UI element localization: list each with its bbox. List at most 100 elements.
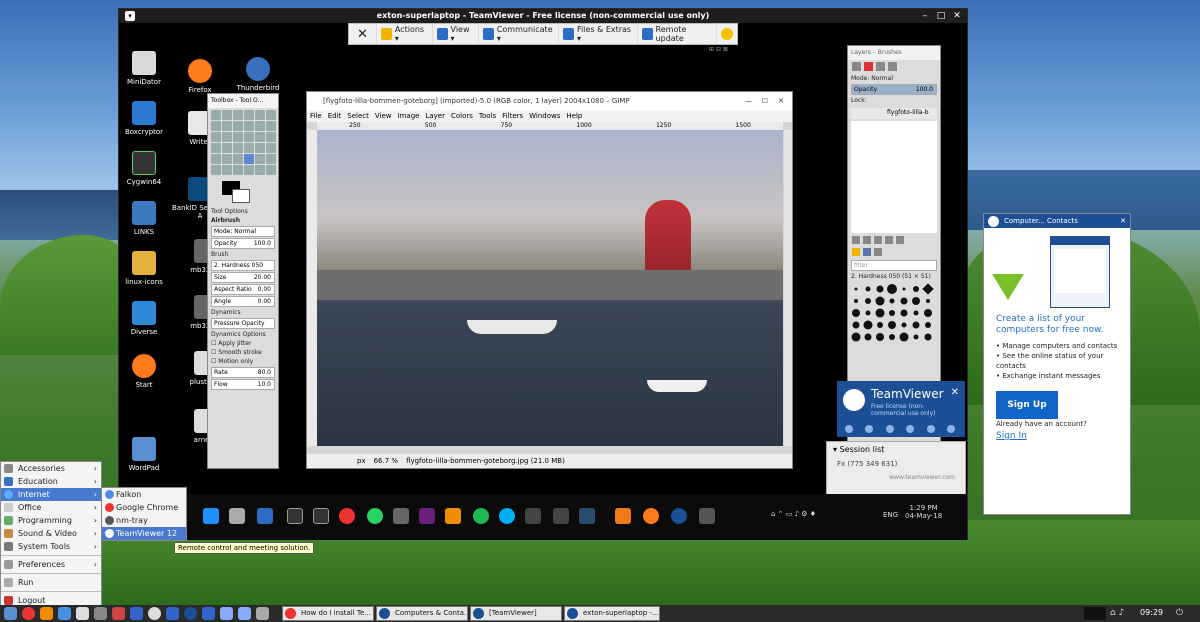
brush-grid[interactable]	[848, 281, 940, 345]
teamviewer-remote-window[interactable]: exton-superlaptop - TeamViewer - Free li…	[118, 8, 968, 540]
app-icon[interactable]	[130, 607, 143, 620]
menu-view[interactable]: View	[375, 110, 392, 122]
rotate-icon[interactable]	[233, 132, 243, 142]
ink-icon[interactable]	[255, 154, 265, 164]
brush-item[interactable]	[864, 333, 872, 341]
gimp-icon[interactable]	[699, 508, 715, 524]
whiteboard-icon[interactable]	[906, 425, 915, 433]
rate-slider[interactable]: Rate 80.0	[211, 367, 275, 378]
dynamics-select[interactable]: Pressure Opacity	[211, 318, 275, 329]
crop-icon[interactable]	[222, 132, 232, 142]
brush-item[interactable]	[877, 322, 883, 328]
brush-item[interactable]	[865, 310, 871, 316]
window-menu-icon[interactable]: ▾	[125, 11, 135, 21]
brush-item[interactable]	[876, 285, 884, 293]
teamviewer-icon[interactable]	[184, 607, 197, 620]
internet-submenu[interactable]: Falkon Google Chrome nm-tray TeamViewer …	[101, 487, 187, 541]
vlc-icon[interactable]	[445, 508, 461, 524]
brush-item[interactable]	[889, 298, 895, 304]
feedback-button[interactable]	[717, 24, 737, 44]
desktop-icon-boxcryptor[interactable]: Boxcryptor	[113, 101, 175, 136]
brush-filter-input[interactable]: filter	[851, 260, 937, 271]
menu-item-run[interactable]: Run	[1, 576, 101, 589]
skype-icon[interactable]	[499, 508, 515, 524]
close-icon[interactable]: ✕	[951, 10, 963, 22]
brush-item[interactable]	[912, 321, 920, 329]
spotify-icon[interactable]	[473, 508, 489, 524]
submenu-item-chrome[interactable]: Google Chrome	[102, 501, 186, 514]
brush-item[interactable]	[913, 286, 919, 292]
brush-item[interactable]	[913, 310, 919, 316]
patterns-tab-icon[interactable]	[863, 248, 871, 256]
image-canvas[interactable]	[317, 130, 783, 446]
opacity-slider[interactable]: Opacity 100.0	[211, 238, 275, 249]
gimp-titlebar[interactable]: [flygfoto-lilla-bommen-goteborg] (import…	[307, 92, 792, 110]
chrome-icon[interactable]	[22, 607, 35, 620]
zoom-icon[interactable]	[244, 121, 254, 131]
warp-icon[interactable]	[233, 143, 243, 153]
foreground-select-icon[interactable]	[211, 121, 221, 131]
brushes-tab-icon[interactable]	[852, 248, 860, 256]
smooth-stroke-checkbox[interactable]: ☐ Smooth stroke	[208, 348, 278, 357]
menu-select[interactable]: Select	[347, 110, 369, 122]
toolbar-close-button[interactable]: ✕	[349, 24, 377, 44]
falkon-icon[interactable]	[58, 607, 71, 620]
brush-item[interactable]	[876, 333, 884, 341]
dodge-icon[interactable]	[244, 165, 254, 175]
brush-item[interactable]	[900, 309, 908, 317]
menu-tools[interactable]: Tools	[479, 110, 496, 122]
perspective-clone-icon[interactable]	[266, 165, 276, 175]
app-icon[interactable]	[202, 607, 215, 620]
color-select-icon[interactable]	[255, 110, 265, 120]
brush-item[interactable]	[901, 322, 907, 328]
task-browser[interactable]: How do I install Te...	[282, 606, 374, 621]
brush-select[interactable]: 2. Hardness 050	[211, 260, 275, 271]
delete-layer-icon[interactable]	[896, 236, 904, 244]
menu-item-internet[interactable]: Internet ›	[1, 488, 101, 501]
remote-clock[interactable]: 1:29 PM 04-May-18	[905, 504, 942, 520]
scissors-icon[interactable]	[266, 110, 276, 120]
close-icon[interactable]: ✕	[778, 92, 784, 110]
communicate-menu[interactable]: Communicate ▾	[479, 24, 559, 44]
menu-edit[interactable]: Edit	[328, 110, 342, 122]
submenu-item-nm-tray[interactable]: nm-tray	[102, 514, 186, 527]
brush-item[interactable]	[899, 332, 909, 342]
menu-item-education[interactable]: Education ›	[1, 475, 101, 488]
sign-in-link[interactable]: Sign In	[996, 431, 1027, 441]
brush-item[interactable]	[888, 321, 896, 329]
desktop-icon-links[interactable]: LINKS	[113, 201, 175, 236]
brush-item[interactable]	[863, 320, 873, 330]
brush-item[interactable]	[887, 284, 897, 294]
layers-tab-icon[interactable]	[852, 62, 861, 71]
align-icon[interactable]	[211, 132, 221, 142]
vertical-scrollbar[interactable]	[784, 130, 792, 446]
maximize-icon[interactable]: □	[935, 10, 947, 22]
zoom-select[interactable]: 66.7 %	[374, 457, 398, 465]
files-icon[interactable]	[40, 607, 53, 620]
app-icon[interactable]	[393, 508, 409, 524]
teamviewer-site[interactable]: www.teamviewer.com	[827, 471, 965, 484]
angle-slider[interactable]: Angle 0.00	[211, 296, 275, 307]
app-icon[interactable]	[257, 508, 273, 524]
sign-up-button[interactable]: Sign Up	[996, 391, 1058, 419]
headset-icon[interactable]	[865, 425, 874, 433]
menu-item-preferences[interactable]: Preferences ›	[1, 558, 101, 571]
bucket-fill-icon[interactable]	[255, 143, 265, 153]
app-icon[interactable]	[579, 508, 595, 524]
tool-grid[interactable]	[208, 108, 278, 177]
firefox-icon[interactable]	[643, 508, 659, 524]
view-menu[interactable]: View ▾	[433, 24, 479, 44]
brush-item[interactable]	[912, 297, 920, 305]
desktop-icon-wordpad[interactable]: WordPad	[113, 437, 175, 472]
language-indicator[interactable]: ENG	[883, 511, 898, 519]
heal-icon[interactable]	[211, 165, 221, 175]
close-icon[interactable]: ✕	[951, 387, 959, 398]
eraser-icon[interactable]	[233, 154, 243, 164]
vertical-ruler[interactable]	[307, 130, 317, 446]
flow-slider[interactable]: Flow 10.0	[211, 379, 275, 390]
size-slider[interactable]: Size 20.00	[211, 272, 275, 283]
text-icon[interactable]	[244, 143, 254, 153]
window-icon[interactable]	[287, 508, 303, 524]
clock[interactable]: 09:29	[1140, 608, 1163, 617]
files-icon[interactable]	[926, 425, 935, 433]
